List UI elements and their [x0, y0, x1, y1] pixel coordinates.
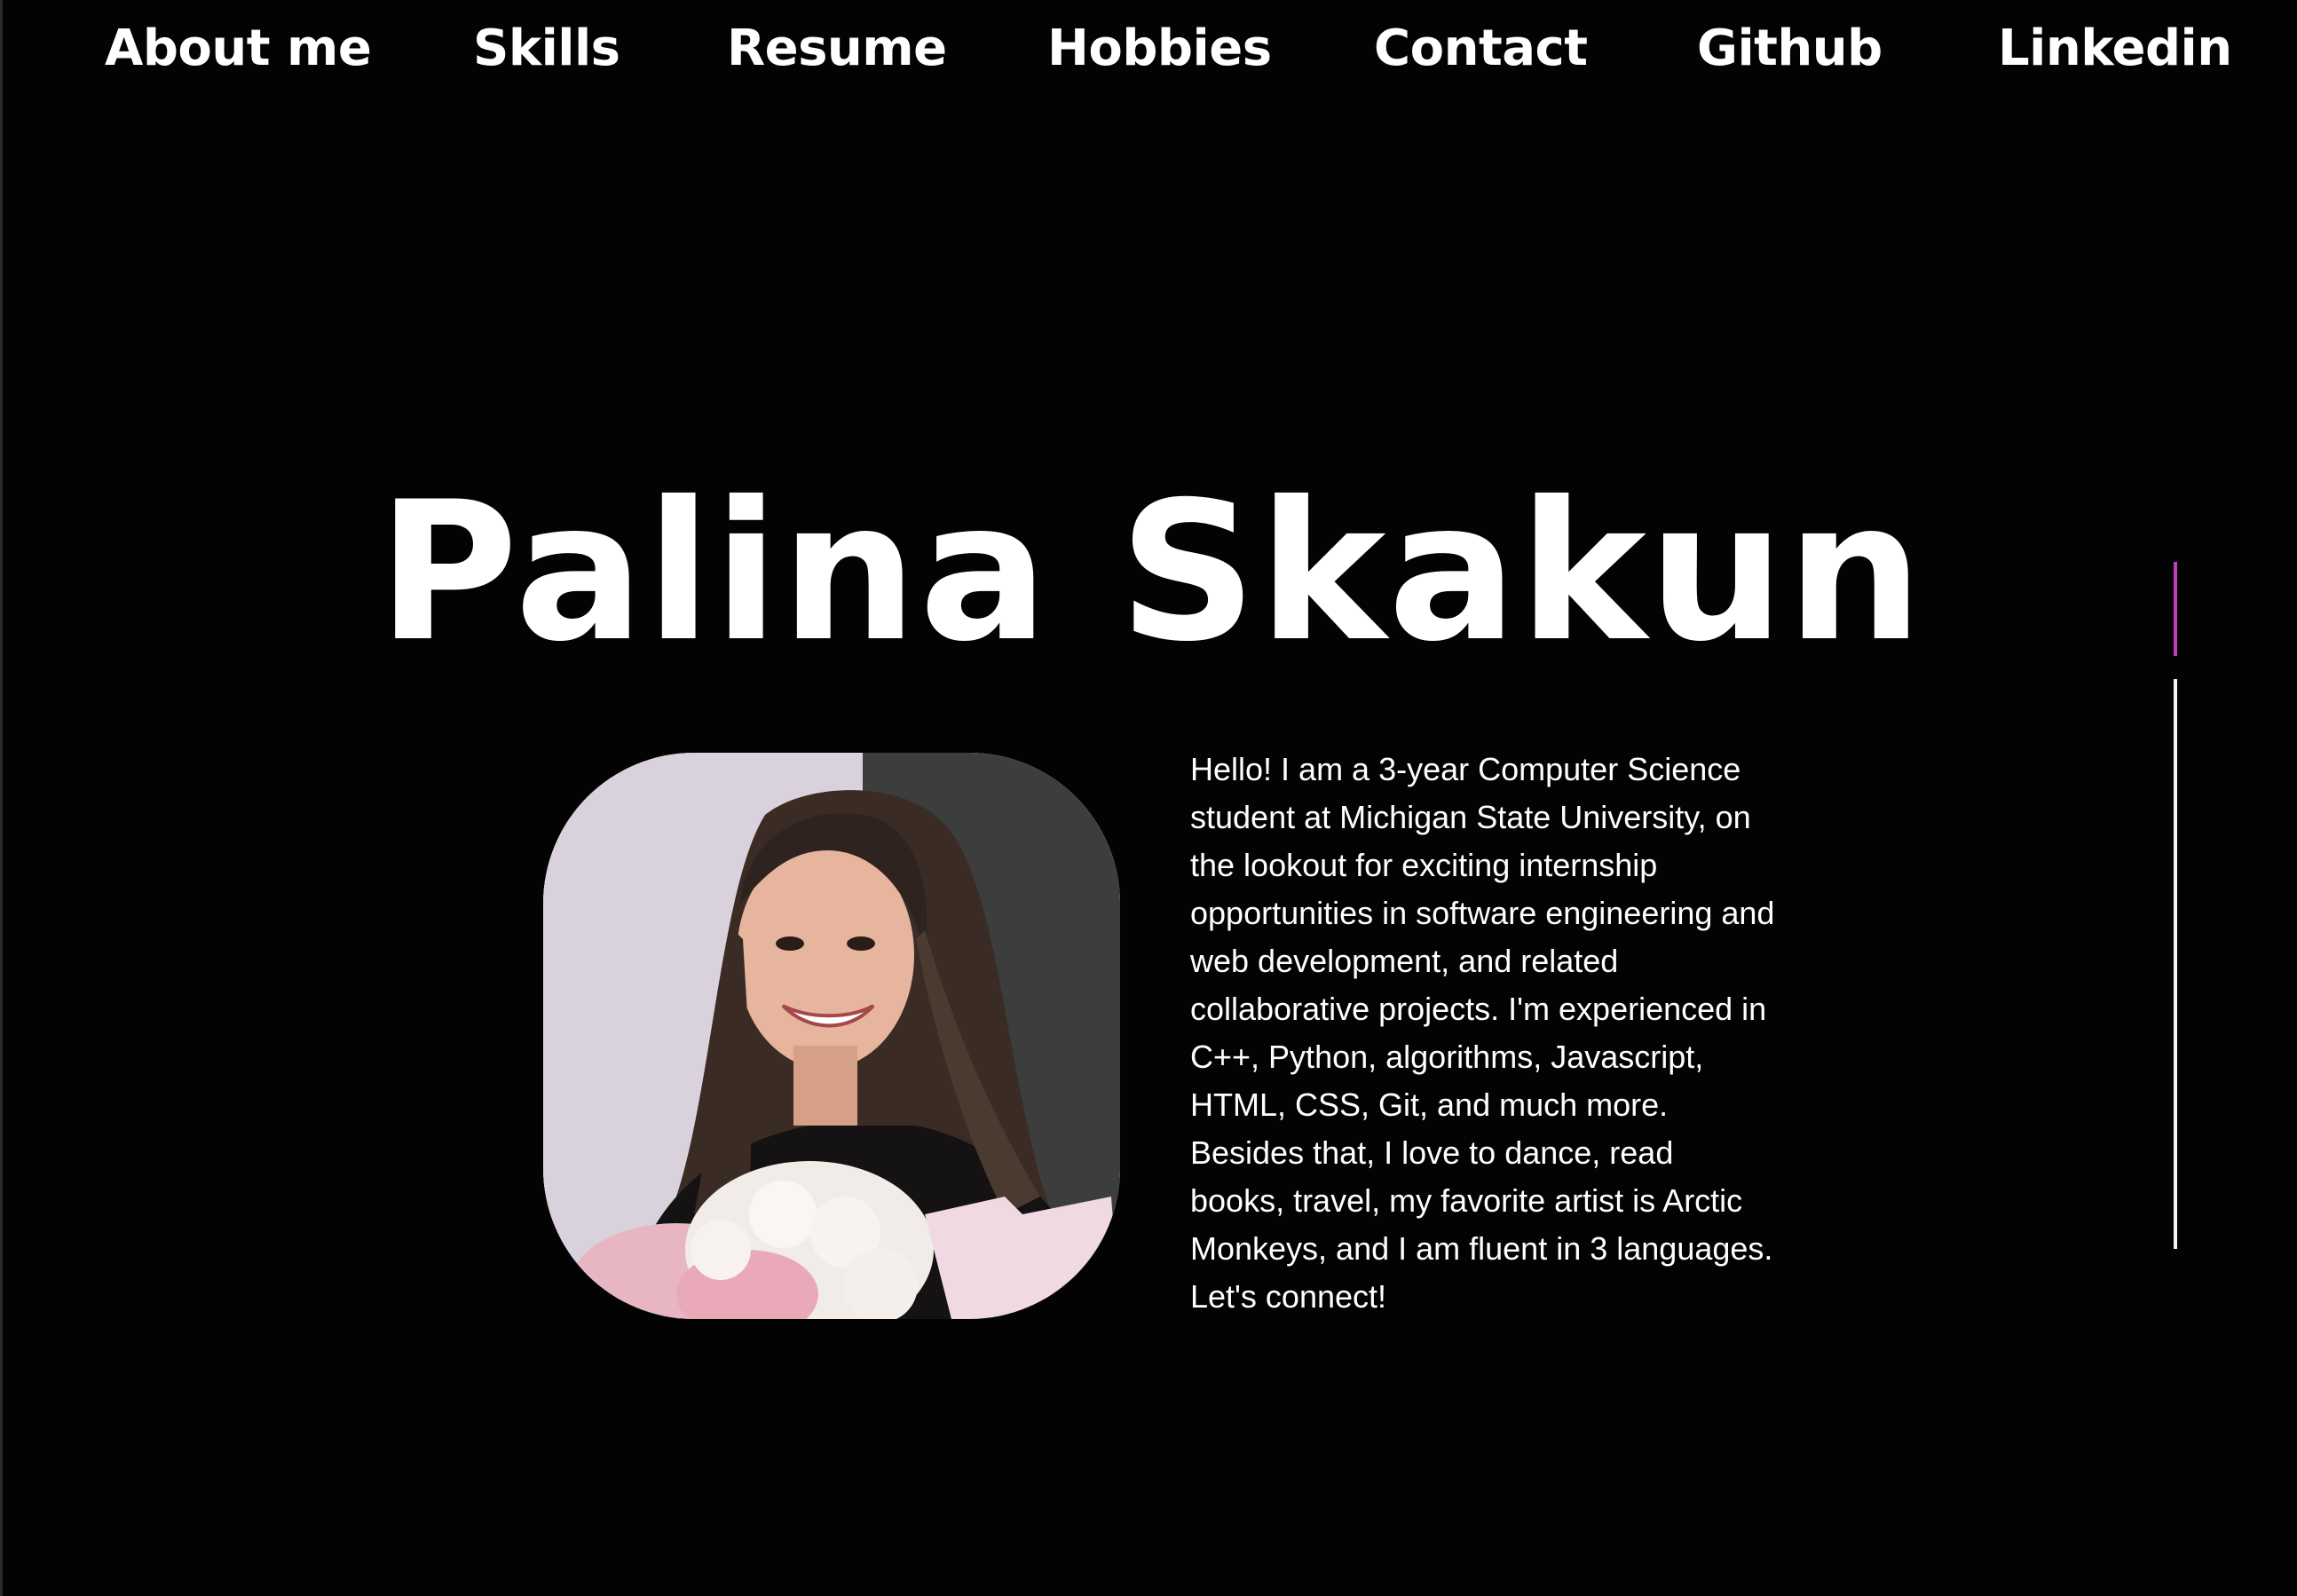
nav-link-github[interactable]: Github [1697, 18, 1883, 80]
scroll-indicator-track[interactable] [2174, 679, 2177, 1249]
nav-link-about-me[interactable]: About me [105, 18, 372, 80]
nav-link-hobbies[interactable]: Hobbies [1047, 18, 1272, 80]
nav-link-skills[interactable]: Skills [473, 18, 620, 80]
bio-text: Hello! I am a 3-year Computer Science st… [1190, 751, 1775, 1315]
portfolio-page: About me Skills Resume Hobbies Contact G… [0, 0, 2297, 1596]
page-title: Palina Skakun [377, 461, 1925, 683]
nav-link-linkedin[interactable]: Linkedin [1998, 18, 2232, 80]
nav-link-contact[interactable]: Contact [1374, 18, 1588, 80]
profile-photo [543, 753, 1120, 1319]
scroll-indicator-thumb[interactable] [2174, 562, 2177, 656]
nav-link-resume[interactable]: Resume [727, 18, 947, 80]
